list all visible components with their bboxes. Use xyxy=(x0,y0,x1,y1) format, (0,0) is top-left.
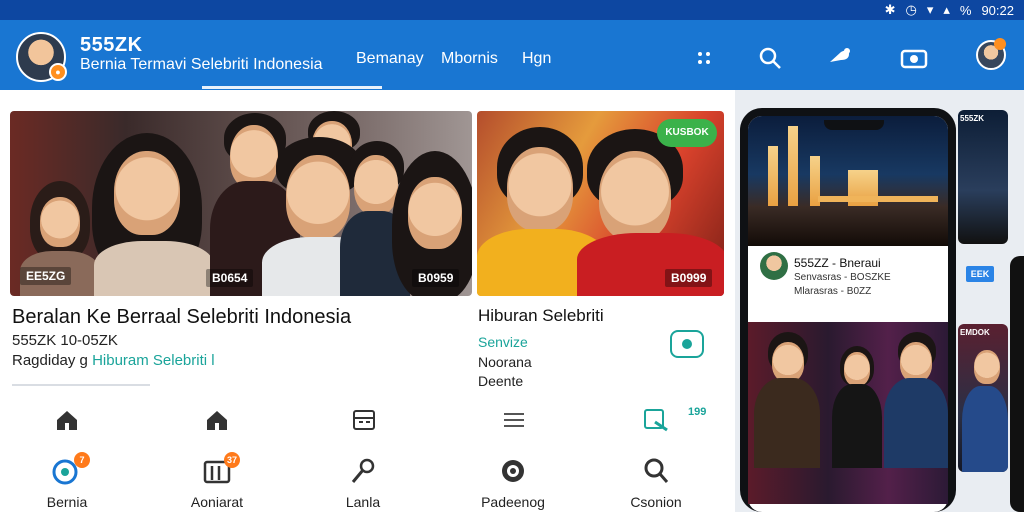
city-image[interactable] xyxy=(748,116,948,246)
nav-item-aoniarat[interactable]: 37 Aoniarat xyxy=(167,452,267,510)
camera-round-icon: 7 xyxy=(52,452,90,486)
card-meta: Noorana xyxy=(478,354,532,370)
active-tab-indicator xyxy=(202,86,382,89)
nav-label: Csonion xyxy=(630,494,682,510)
nav-label: Padeenog xyxy=(481,494,545,510)
megaphone-icon[interactable] xyxy=(826,44,854,72)
nav-item-csonion[interactable]: Csonion xyxy=(606,456,706,510)
nav-item-bernia[interactable]: 7 Bernia xyxy=(17,452,117,510)
app-bar: ● 555ZK Bernia Termavi Selebriti Indones… xyxy=(0,20,1024,90)
status-bar: ✱ ◷ ▾ ▴ % 90:22 xyxy=(0,0,1024,20)
edit-icon[interactable] xyxy=(642,406,670,434)
card-meta-prefix: Ragdiday g xyxy=(12,352,88,369)
second-phone-edge xyxy=(1010,256,1024,512)
nav-badge: 7 xyxy=(74,452,90,468)
bluetooth-icon: ✱ xyxy=(884,2,896,17)
channel-meta: Mlarasras - B0ZZ xyxy=(794,286,872,297)
card-image-duo-celebrities[interactable]: KUSBOK B0999 xyxy=(477,111,724,296)
image-label: EE5ZG xyxy=(20,267,72,285)
card-meta: Senvize xyxy=(478,334,528,350)
key-icon xyxy=(348,456,378,486)
phone-notch xyxy=(824,120,884,130)
thumb-tag: EMDOK xyxy=(960,328,990,337)
card-meta: Deente xyxy=(478,373,524,389)
status-time: 90:22 xyxy=(981,2,1014,18)
side-thumbnail[interactable]: 555ZK xyxy=(958,110,1008,244)
nav-label: Lanla xyxy=(345,494,381,510)
card-meta: 555ZK 10-05ZK xyxy=(12,332,118,349)
main-feed: EE5ZG B0654 B0959 KUSBOK B0999 Beralan K… xyxy=(0,90,735,512)
signal-icon: ▴ xyxy=(943,2,950,17)
gallery-icon: 37 xyxy=(202,452,240,486)
app-subtitle-prefix: Bernia Termavi xyxy=(80,56,187,73)
nav-label: Aoniarat xyxy=(190,494,244,510)
nav-item-lanla[interactable]: Lanla xyxy=(313,456,413,510)
thumb-tag: 555ZK xyxy=(960,114,985,123)
image-label: B0999 xyxy=(665,269,713,287)
talkshow-image[interactable] xyxy=(748,322,948,504)
app-name: 555ZK xyxy=(80,34,143,56)
home-icon[interactable] xyxy=(53,406,81,434)
wifi-icon: ▾ xyxy=(926,2,934,17)
card-title[interactable]: Hiburan Selebriti xyxy=(478,306,604,326)
divider xyxy=(12,384,150,386)
subscribe-button[interactable]: EEK xyxy=(966,266,994,282)
app-subtitle: Bernia Termavi Selebriti Indonesia xyxy=(80,56,323,74)
phone-mockup xyxy=(740,108,956,512)
image-label: B0654 xyxy=(206,269,254,287)
tab-mbornis[interactable]: Mbornis xyxy=(441,50,498,68)
nav-badge: 37 xyxy=(224,452,240,468)
search-icon xyxy=(641,456,671,486)
action-count: 199 xyxy=(688,406,707,418)
camera-icon[interactable] xyxy=(900,44,928,72)
battery-icon: % xyxy=(959,2,972,18)
channel-avatar[interactable] xyxy=(760,252,788,280)
alarm-icon: ◷ xyxy=(905,2,917,17)
profile-badge-icon xyxy=(994,38,1006,50)
calculator-icon[interactable] xyxy=(350,406,378,434)
tab-bemanay[interactable]: Bemanay xyxy=(356,50,424,68)
app-subtitle-tab[interactable]: Selebriti Indonesia xyxy=(191,56,323,73)
tab-hgn[interactable]: Hgn xyxy=(522,50,551,68)
card-image-group-celebrities[interactable]: EE5ZG B0654 B0959 xyxy=(10,111,472,296)
channel-name: 555ZZ - Bneraui xyxy=(794,256,881,270)
grid-icon[interactable] xyxy=(690,44,718,72)
play-icon xyxy=(682,339,692,349)
nav-label: Bernia xyxy=(46,494,88,510)
home-alt-icon[interactable] xyxy=(203,406,231,434)
card-meta-line: Ragdiday g Hiburam Selebriti l xyxy=(12,352,215,369)
settings-icon xyxy=(498,456,528,486)
channel-meta: Senvasras - BOSZKE xyxy=(794,272,891,283)
card-meta-suffix: l xyxy=(211,352,215,369)
category-link[interactable]: Hiburam Selebriti xyxy=(92,352,207,369)
logo-badge-icon: ● xyxy=(49,63,67,81)
search-icon[interactable] xyxy=(756,44,784,72)
promo-badge: KUSBOK xyxy=(657,119,717,147)
card-title[interactable]: Beralan Ke Berraal Selebriti Indonesia xyxy=(12,306,351,329)
menu-icon[interactable] xyxy=(500,406,528,434)
image-label: B0959 xyxy=(412,269,460,287)
nav-item-padeenog[interactable]: Padeenog xyxy=(463,456,563,510)
side-thumbnail[interactable]: EMDOK xyxy=(958,324,1008,472)
watch-button[interactable] xyxy=(670,330,704,358)
